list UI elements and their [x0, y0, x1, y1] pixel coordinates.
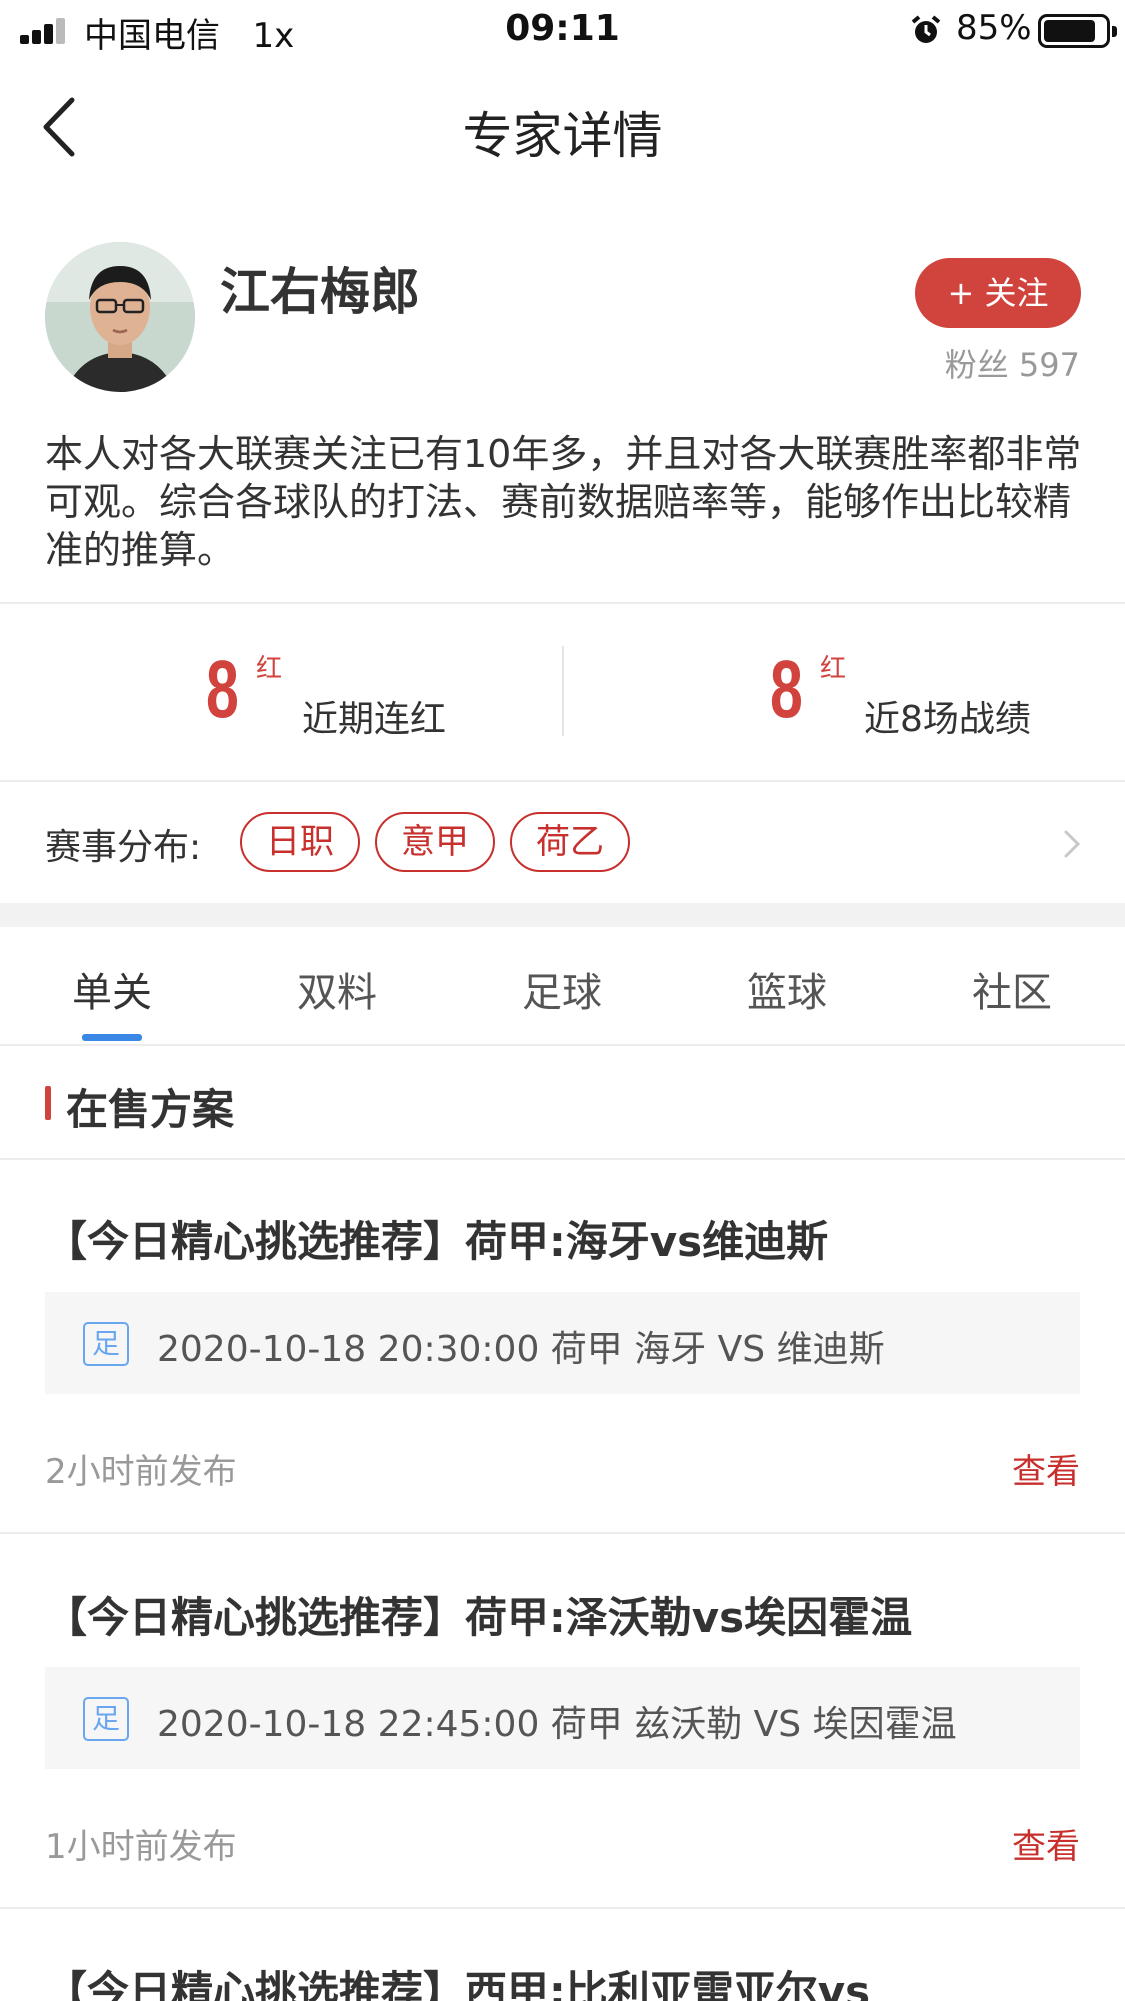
league-distribution-label: 赛事分布: — [45, 827, 202, 868]
alarm-icon — [911, 15, 941, 43]
expert-bio: 本人对各大联赛关注已有10年多，并且对各大联赛胜率都非常可观。综合各球队的打法、… — [45, 432, 1082, 572]
stat-unit: 红 — [820, 654, 847, 684]
status-bar: 中国电信 1x 09:11 85% — [0, 0, 1125, 62]
divider — [0, 1158, 1125, 1160]
stat-label: 近8场战绩 — [864, 699, 1031, 740]
football-tag-icon: 足 — [83, 1697, 129, 1741]
plan-title[interactable]: 【今日精心挑选推荐】荷甲:泽沃勒vs埃因霍温 — [45, 1584, 912, 1645]
fans-count: 粉丝 597 — [945, 340, 1080, 386]
section-spacer — [0, 903, 1125, 927]
publish-time: 2小时前发布 — [45, 1452, 237, 1492]
stat-value: 8 — [206, 644, 239, 735]
section-accent-bar — [45, 1086, 51, 1120]
avatar[interactable] — [45, 242, 195, 392]
match-details: 2020-10-18 20:30:00 荷甲 海牙 VS 维迪斯 — [157, 1329, 885, 1370]
match-info: 足 2020-10-18 22:45:00 荷甲 兹沃勒 VS 埃因霍温 — [45, 1667, 1080, 1769]
battery-percent: 85% — [956, 8, 1032, 48]
view-button[interactable]: 查看 — [1012, 1444, 1080, 1493]
battery-icon — [1038, 14, 1117, 48]
divider — [0, 780, 1125, 782]
divider — [0, 602, 1125, 604]
league-tag: 意甲 — [375, 812, 495, 872]
fans-number: 597 — [1018, 346, 1080, 384]
divider — [0, 1044, 1125, 1046]
expert-name: 江右梅郎 — [220, 263, 420, 321]
active-tab-indicator — [82, 1034, 142, 1041]
stat-value: 8 — [770, 644, 803, 735]
stat-separator — [562, 646, 564, 736]
stat-unit: 红 — [256, 654, 283, 684]
stat-label: 近期连红 — [302, 699, 447, 740]
match-info: 足 2020-10-18 20:30:00 荷甲 海牙 VS 维迪斯 — [45, 1292, 1080, 1394]
match-details: 2020-10-18 22:45:00 荷甲 兹沃勒 VS 埃因霍温 — [157, 1704, 957, 1745]
fans-label: 粉丝 — [944, 346, 1009, 384]
tab-double[interactable]: 双料 — [257, 960, 417, 1018]
plan-title[interactable]: 【今日精心挑选推荐】荷甲:海牙vs维迪斯 — [45, 1208, 828, 1269]
section-title: 在售方案 — [66, 1085, 235, 1134]
plan-title[interactable]: 【今日精心挑选推荐】西甲:比利亚雷亚尔vs — [45, 1958, 870, 2001]
nav-bar: 专家详情 — [0, 62, 1125, 192]
league-tag: 荷乙 — [510, 812, 630, 872]
tab-single[interactable]: 单关 — [32, 960, 192, 1018]
divider — [0, 1532, 1125, 1534]
football-tag-icon: 足 — [83, 1322, 129, 1366]
view-button[interactable]: 查看 — [1012, 1819, 1080, 1868]
follow-button[interactable]: + 关注 — [915, 258, 1081, 328]
publish-time: 1小时前发布 — [45, 1827, 237, 1867]
chevron-right-icon[interactable] — [1060, 826, 1084, 862]
page-title: 专家详情 — [462, 107, 663, 165]
tab-basketball[interactable]: 篮球 — [707, 960, 867, 1018]
divider — [0, 1907, 1125, 1909]
tab-community[interactable]: 社区 — [932, 960, 1092, 1018]
tab-football[interactable]: 足球 — [482, 960, 642, 1018]
league-tag: 日职 — [240, 812, 360, 872]
